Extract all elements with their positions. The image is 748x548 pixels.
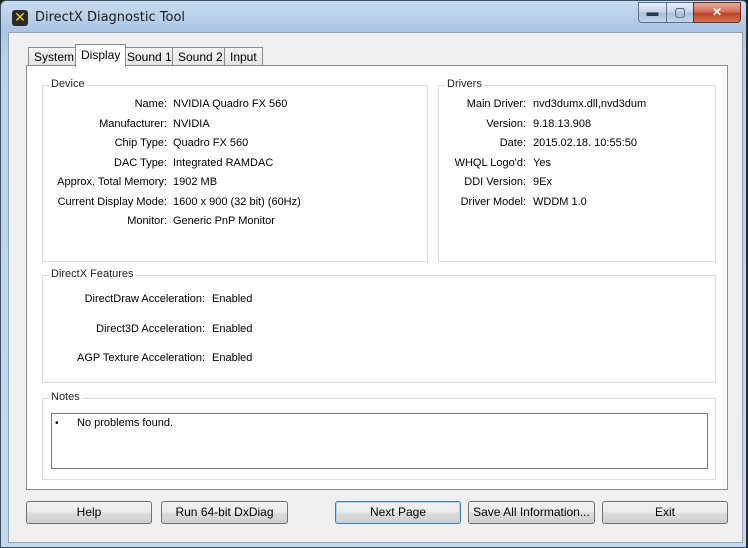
minimize-icon: ▬ <box>646 5 659 19</box>
monitor-label: Monitor: <box>127 215 167 227</box>
manufacturer-label: Manufacturer: <box>99 118 167 130</box>
driver-model-value: WDDM 1.0 <box>533 196 587 208</box>
dac-type-label: DAC Type: <box>114 157 167 169</box>
total-memory-value: 1902 MB <box>173 176 218 188</box>
display-mode-label: Current Display Mode: <box>57 196 167 208</box>
device-group: Device Name: NVIDIA Quadro FX 560 Manufa… <box>42 78 428 262</box>
monitor-value: Generic PnP Monitor <box>173 215 275 227</box>
next-page-button[interactable]: Next Page <box>335 501 461 524</box>
display-mode-value: 1600 x 900 (32 bit) (60Hz) <box>173 196 301 208</box>
date-label: Date: <box>499 137 526 149</box>
directx-features-group: DirectX Features DirectDraw Acceleration… <box>42 268 716 383</box>
direct3d-value: Enabled <box>212 323 253 335</box>
date-value: 2015.02.18. 10:55:50 <box>533 137 637 149</box>
agp-texture-value: Enabled <box>212 352 253 364</box>
display-tab-panel: Device Name: NVIDIA Quadro FX 560 Manufa… <box>26 65 728 490</box>
tab-display[interactable]: Display <box>75 44 127 67</box>
directx-features-title: DirectX Features <box>49 268 136 280</box>
driver-model-label: Driver Model: <box>460 196 526 208</box>
version-label: Version: <box>486 118 526 130</box>
tab-input[interactable]: Input <box>224 47 263 66</box>
device-name-value: NVIDIA Quadro FX 560 <box>173 98 288 110</box>
minimize-button[interactable]: ▬ <box>638 2 667 23</box>
maximize-button[interactable]: ▢ <box>666 2 694 23</box>
chip-type-value: Quadro FX 560 <box>173 137 249 149</box>
client-area: System Display Sound 1 Sound 2 Input Dev… <box>8 32 743 543</box>
agp-texture-label: AGP Texture Acceleration: <box>77 352 205 364</box>
tab-sound-1[interactable]: Sound 1 <box>121 47 178 66</box>
manufacturer-value: NVIDIA <box>173 118 210 130</box>
drivers-group: Drivers Main Driver: nvd3dumx.dll,nvd3du… <box>438 78 716 262</box>
tab-sound-2[interactable]: Sound 2 <box>172 47 229 66</box>
directdraw-value: Enabled <box>212 293 253 305</box>
directx-icon: ✕ <box>12 10 28 26</box>
help-button[interactable]: Help <box>26 501 152 524</box>
note-item: No problems found. <box>77 417 173 429</box>
drivers-group-title: Drivers <box>445 78 484 90</box>
direct3d-label: Direct3D Acceleration: <box>96 323 205 335</box>
bullet-icon: • <box>55 418 59 429</box>
chip-type-label: Chip Type: <box>114 137 167 149</box>
close-button[interactable]: ✕ <box>693 2 741 23</box>
dxdiag-window: ✕ DirectX Diagnostic Tool ▬ ▢ ✕ System D… <box>0 0 748 548</box>
total-memory-label: Approx. Total Memory: <box>57 176 167 188</box>
run-64bit-dxdiag-button[interactable]: Run 64-bit DxDiag <box>161 501 288 524</box>
main-driver-label: Main Driver: <box>466 98 526 110</box>
tab-system[interactable]: System <box>28 47 81 66</box>
notes-textbox[interactable]: • No problems found. <box>51 413 708 469</box>
exit-button[interactable]: Exit <box>602 501 728 524</box>
dac-type-value: Integrated RAMDAC <box>173 157 274 169</box>
notes-title: Notes <box>49 391 82 403</box>
whql-label: WHQL Logo'd: <box>454 157 526 169</box>
device-group-title: Device <box>49 78 87 90</box>
maximize-icon: ▢ <box>674 5 686 19</box>
main-driver-value: nvd3dumx.dll,nvd3dum <box>533 98 647 110</box>
version-value: 9.18.13.908 <box>533 118 592 130</box>
title-bar[interactable]: ✕ DirectX Diagnostic Tool ▬ ▢ ✕ <box>1 1 747 33</box>
window-title: DirectX Diagnostic Tool <box>35 10 186 25</box>
whql-value: Yes <box>533 157 551 169</box>
save-all-information-button[interactable]: Save All Information... <box>468 501 595 524</box>
ddi-version-label: DDI Version: <box>464 176 526 188</box>
close-icon: ✕ <box>711 5 723 19</box>
device-name-label: Name: <box>134 98 167 110</box>
notes-group: Notes • No problems found. <box>42 391 716 480</box>
ddi-version-value: 9Ex <box>533 176 552 188</box>
directdraw-label: DirectDraw Acceleration: <box>84 293 205 305</box>
